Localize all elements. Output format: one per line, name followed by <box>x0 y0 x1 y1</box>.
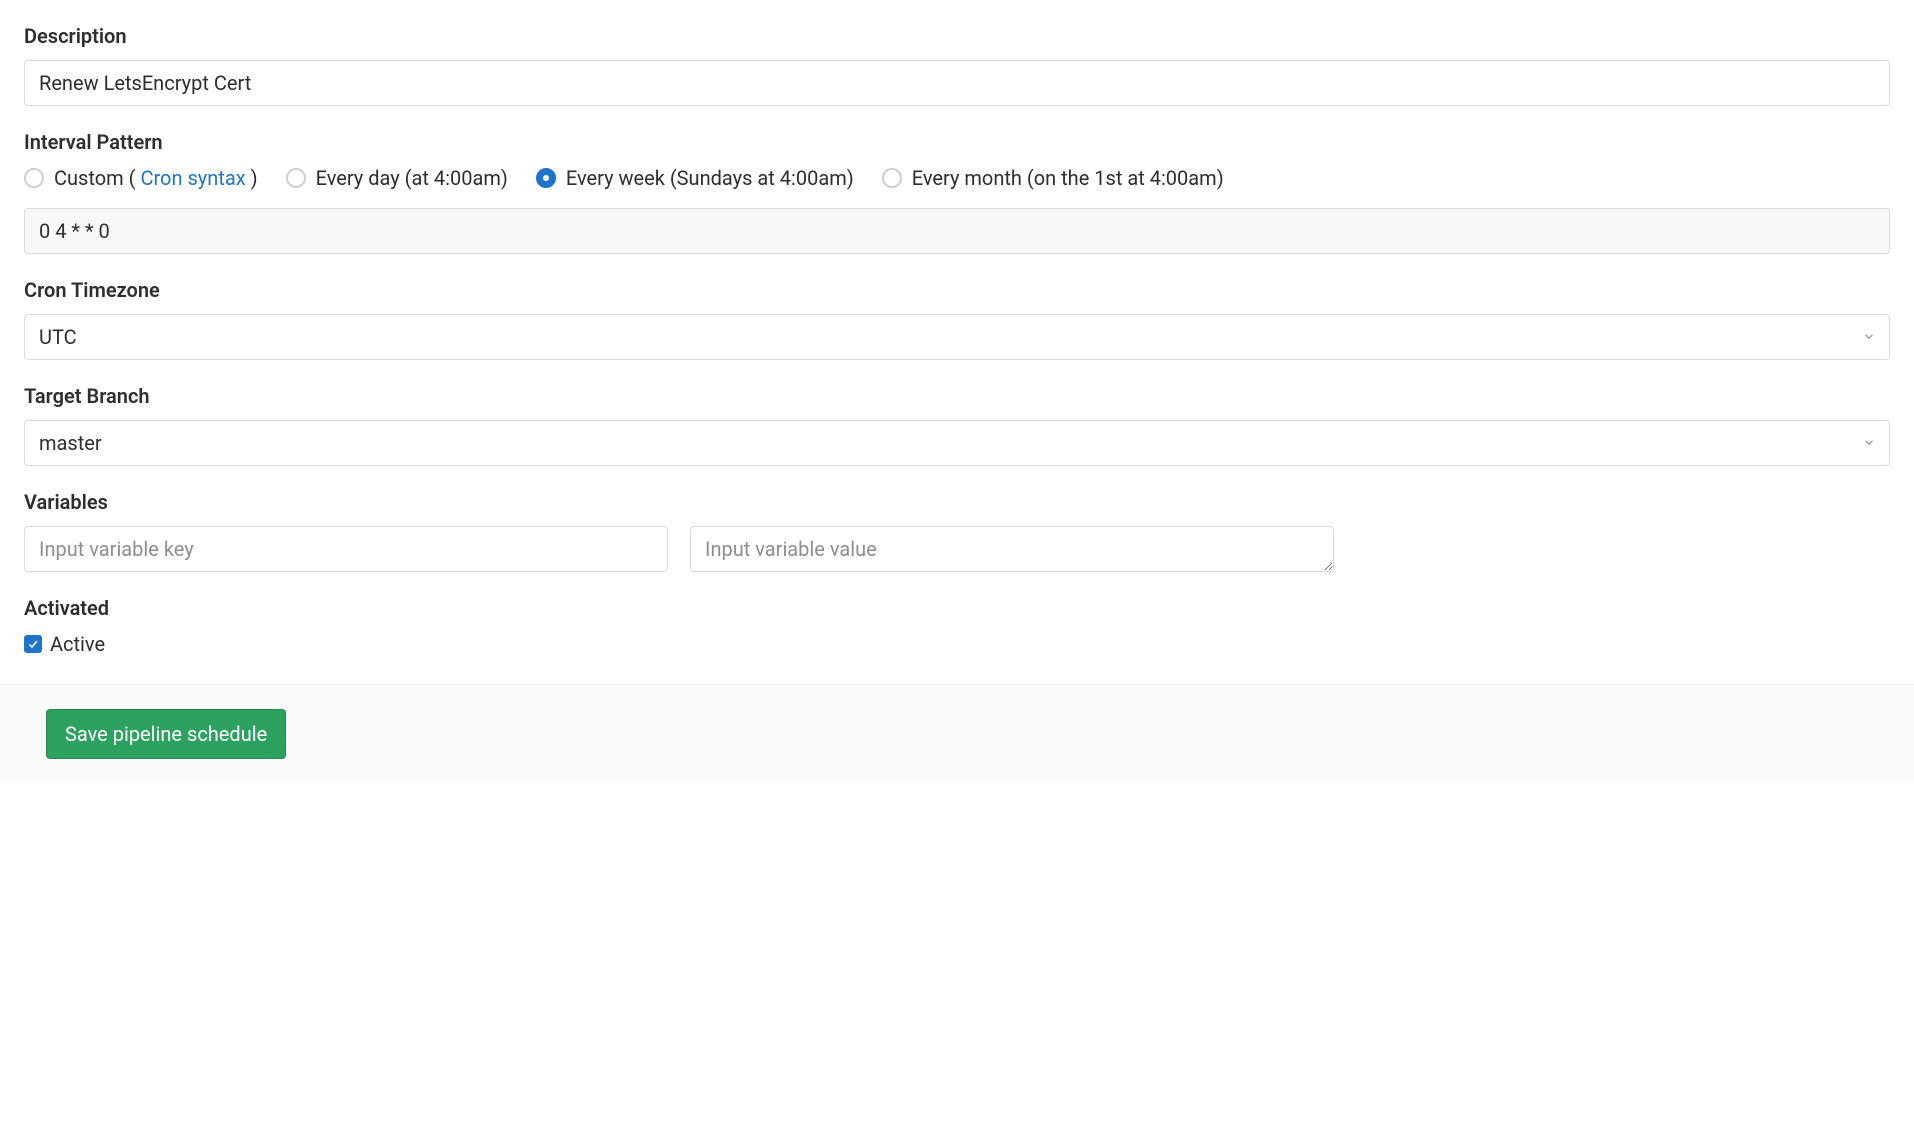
branch-value: master <box>39 431 102 455</box>
description-group: Description <box>24 24 1890 106</box>
timezone-select[interactable]: UTC <box>24 314 1890 360</box>
cron-syntax-link[interactable]: Cron syntax <box>140 166 245 190</box>
variable-key-input[interactable] <box>24 526 668 572</box>
interval-daily-label: Every day (at 4:00am) <box>316 166 508 190</box>
interval-custom-label: Custom ( Cron syntax ) <box>54 166 258 190</box>
checkbox-checked-icon <box>24 635 42 653</box>
interval-daily-option[interactable]: Every day (at 4:00am) <box>286 166 508 190</box>
cron-expression-input <box>24 208 1890 254</box>
variable-value-input[interactable] <box>690 526 1334 572</box>
interval-weekly-option[interactable]: Every week (Sundays at 4:00am) <box>536 166 854 190</box>
description-label: Description <box>24 24 1890 48</box>
active-checkbox-label: Active <box>50 632 105 656</box>
radio-icon <box>882 168 902 188</box>
branch-group: Target Branch master <box>24 384 1890 466</box>
interval-custom-option[interactable]: Custom ( Cron syntax ) <box>24 166 258 190</box>
interval-group: Interval Pattern Custom ( Cron syntax ) … <box>24 130 1890 254</box>
branch-select[interactable]: master <box>24 420 1890 466</box>
active-checkbox-row[interactable]: Active <box>24 632 1890 656</box>
radio-icon <box>536 168 556 188</box>
interval-radio-row: Custom ( Cron syntax ) Every day (at 4:0… <box>24 166 1890 190</box>
radio-icon <box>24 168 44 188</box>
branch-select-wrapper: master <box>24 420 1890 466</box>
timezone-value: UTC <box>39 325 77 349</box>
interval-monthly-label: Every month (on the 1st at 4:00am) <box>912 166 1224 190</box>
activated-group: Activated Active <box>24 596 1890 656</box>
variables-group: Variables <box>24 490 1890 572</box>
interval-custom-prefix: Custom <box>54 166 124 190</box>
interval-label: Interval Pattern <box>24 130 1890 154</box>
interval-monthly-option[interactable]: Every month (on the 1st at 4:00am) <box>882 166 1224 190</box>
branch-label: Target Branch <box>24 384 1890 408</box>
timezone-group: Cron Timezone UTC <box>24 278 1890 360</box>
variables-label: Variables <box>24 490 1890 514</box>
close-paren: ) <box>246 166 258 190</box>
variables-row <box>24 526 1334 572</box>
interval-weekly-label: Every week (Sundays at 4:00am) <box>566 166 854 190</box>
form-footer: Save pipeline schedule <box>0 684 1914 783</box>
open-paren: ( <box>129 166 141 190</box>
timezone-select-wrapper: UTC <box>24 314 1890 360</box>
description-input[interactable] <box>24 60 1890 106</box>
timezone-label: Cron Timezone <box>24 278 1890 302</box>
save-button[interactable]: Save pipeline schedule <box>46 709 286 759</box>
activated-label: Activated <box>24 596 1890 620</box>
radio-icon <box>286 168 306 188</box>
